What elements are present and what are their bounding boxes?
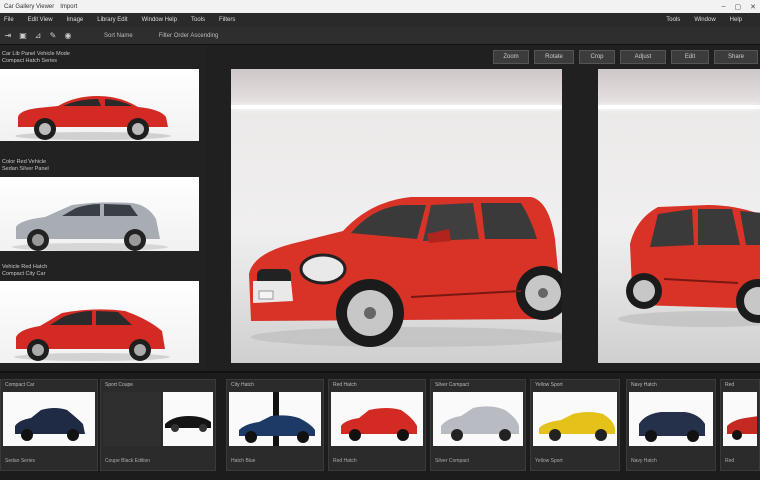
crop-button[interactable]: Crop	[579, 50, 615, 64]
filmstrip-caption: Silver Compact	[435, 458, 469, 464]
rotate-button[interactable]: Rotate	[534, 50, 574, 64]
library-panel: Car Lib Panel Vehicle Mode Compact Hatch…	[0, 45, 205, 371]
filmstrip-caption: Navy Hatch	[631, 458, 657, 464]
pin-icon[interactable]: ⊿	[33, 31, 43, 41]
filmstrip-caption: Hatch Blue	[231, 458, 256, 464]
compare-red-hatchback-image	[618, 205, 760, 327]
title-bar: Car Gallery Viewer Import – ▢ ✕	[0, 0, 760, 13]
filmstrip-car-3	[341, 408, 417, 441]
silver-hatchback-image	[12, 202, 168, 251]
filmstrip-caption: Red	[725, 458, 735, 464]
menu-item[interactable]: Filters	[219, 17, 235, 23]
menu-item[interactable]: File	[4, 17, 14, 23]
thumbnail-red-coupe[interactable]	[0, 69, 199, 141]
filmstrip-label: Yellow Sport	[535, 382, 563, 388]
filmstrip-label: Sport Coupe	[105, 382, 134, 388]
red-coupe-image	[15, 96, 171, 140]
filmstrip-label: City Hatch	[231, 382, 255, 388]
filmstrip-caption: Red Hatch	[333, 458, 357, 464]
zoom-button[interactable]: Zoom	[493, 50, 529, 64]
caption-1-line-1: Car Lib Panel Vehicle Mode	[2, 51, 70, 57]
filmstrip-item[interactable]: City Hatch Hatch Blue	[226, 379, 324, 471]
red-hatchback-image	[14, 309, 170, 361]
filmstrip-caption: Coupe Black Edition	[105, 458, 151, 464]
filmstrip-item[interactable]: Silver Compact Silver Compact	[430, 379, 526, 471]
main-image-viewer[interactable]	[231, 69, 562, 363]
menu-item[interactable]: Image	[67, 17, 84, 23]
share-button[interactable]: Share	[714, 50, 758, 64]
filmstrip-car-5	[539, 412, 615, 441]
menu-item[interactable]: Edit View	[28, 17, 53, 23]
compare-image-viewer[interactable]	[598, 69, 760, 363]
pen-icon[interactable]: ✎	[48, 31, 58, 41]
window-title: Car Gallery Viewer	[4, 3, 55, 10]
menu-item[interactable]: Tools	[666, 17, 680, 23]
filmstrip-item[interactable]: Sport Coupe Coupe Black Edition	[100, 379, 216, 471]
caption-3-line-1: Vehicle Red Hatch	[2, 264, 48, 270]
menu-item[interactable]: Window Help	[142, 17, 177, 23]
edit-button[interactable]: Edit	[671, 50, 709, 64]
filmstrip-car-6	[639, 412, 705, 442]
caption-2-line-1: Color Red Vehicle	[2, 159, 47, 165]
filmstrip-car-1	[165, 416, 211, 432]
thumbnail-silver-hatchback[interactable]	[0, 177, 199, 251]
folder-icon[interactable]: ▣	[18, 31, 28, 41]
filmstrip-caption: Sedan Series	[5, 458, 36, 464]
adjust-button[interactable]: Adjust	[620, 50, 666, 64]
filmstrip-item[interactable]: Compact Car Sedan Series	[0, 379, 98, 471]
filmstrip-car-7	[727, 416, 757, 440]
eye-icon[interactable]: ◉	[63, 31, 73, 41]
filmstrip: Compact Car Sedan Series Sport Coupe Cou…	[0, 371, 760, 480]
import-icon[interactable]: ⇥	[3, 31, 13, 41]
filmstrip-label: Compact Car	[5, 382, 35, 388]
caption-2-line-2: Sedan Silver Panel	[2, 166, 49, 172]
menu-item[interactable]: Help	[730, 17, 742, 23]
filmstrip-label: Navy Hatch	[631, 382, 657, 388]
filmstrip-label: Red	[725, 382, 735, 388]
caption-1-line-2: Compact Hatch Series	[2, 58, 58, 64]
main-red-hatchback-image	[249, 197, 562, 347]
menu-item[interactable]: Tools	[191, 17, 205, 23]
toolbar: ⇥ ▣ ⊿ ✎ ◉ Sort Name Filter Order Ascendi…	[0, 27, 760, 45]
filmstrip-item[interactable]: Red Hatch Red Hatch	[328, 379, 426, 471]
caption-3-line-2: Compact City Car	[2, 271, 46, 277]
import-menu[interactable]: Import	[60, 4, 77, 10]
filmstrip-label: Red Hatch	[333, 382, 357, 388]
filter-label[interactable]: Filter Order Ascending	[159, 33, 219, 39]
menu-item[interactable]: Window	[694, 17, 715, 23]
menu-item[interactable]: Library Edit	[97, 17, 127, 23]
filmstrip-caption: Yellow Sport	[535, 458, 563, 464]
minimize-icon[interactable]: –	[722, 3, 726, 10]
menu-bar: File Edit View Image Library Edit Window…	[0, 13, 760, 27]
filmstrip-car-4	[441, 406, 519, 441]
close-icon[interactable]: ✕	[750, 3, 756, 11]
filmstrip-car-2	[239, 392, 315, 446]
sort-label[interactable]: Sort Name	[104, 33, 133, 39]
filmstrip-item[interactable]: Yellow Sport Yellow Sport	[530, 379, 620, 471]
maximize-icon[interactable]: ▢	[735, 3, 742, 11]
filmstrip-item[interactable]: Red Red	[720, 379, 760, 471]
thumbnail-red-hatchback[interactable]	[0, 281, 199, 363]
view-tools: Zoom Rotate Crop Adjust Edit Share	[493, 50, 758, 64]
filmstrip-label: Silver Compact	[435, 382, 469, 388]
filmstrip-item[interactable]: Navy Hatch Navy Hatch	[626, 379, 716, 471]
filmstrip-car-0	[15, 408, 85, 441]
